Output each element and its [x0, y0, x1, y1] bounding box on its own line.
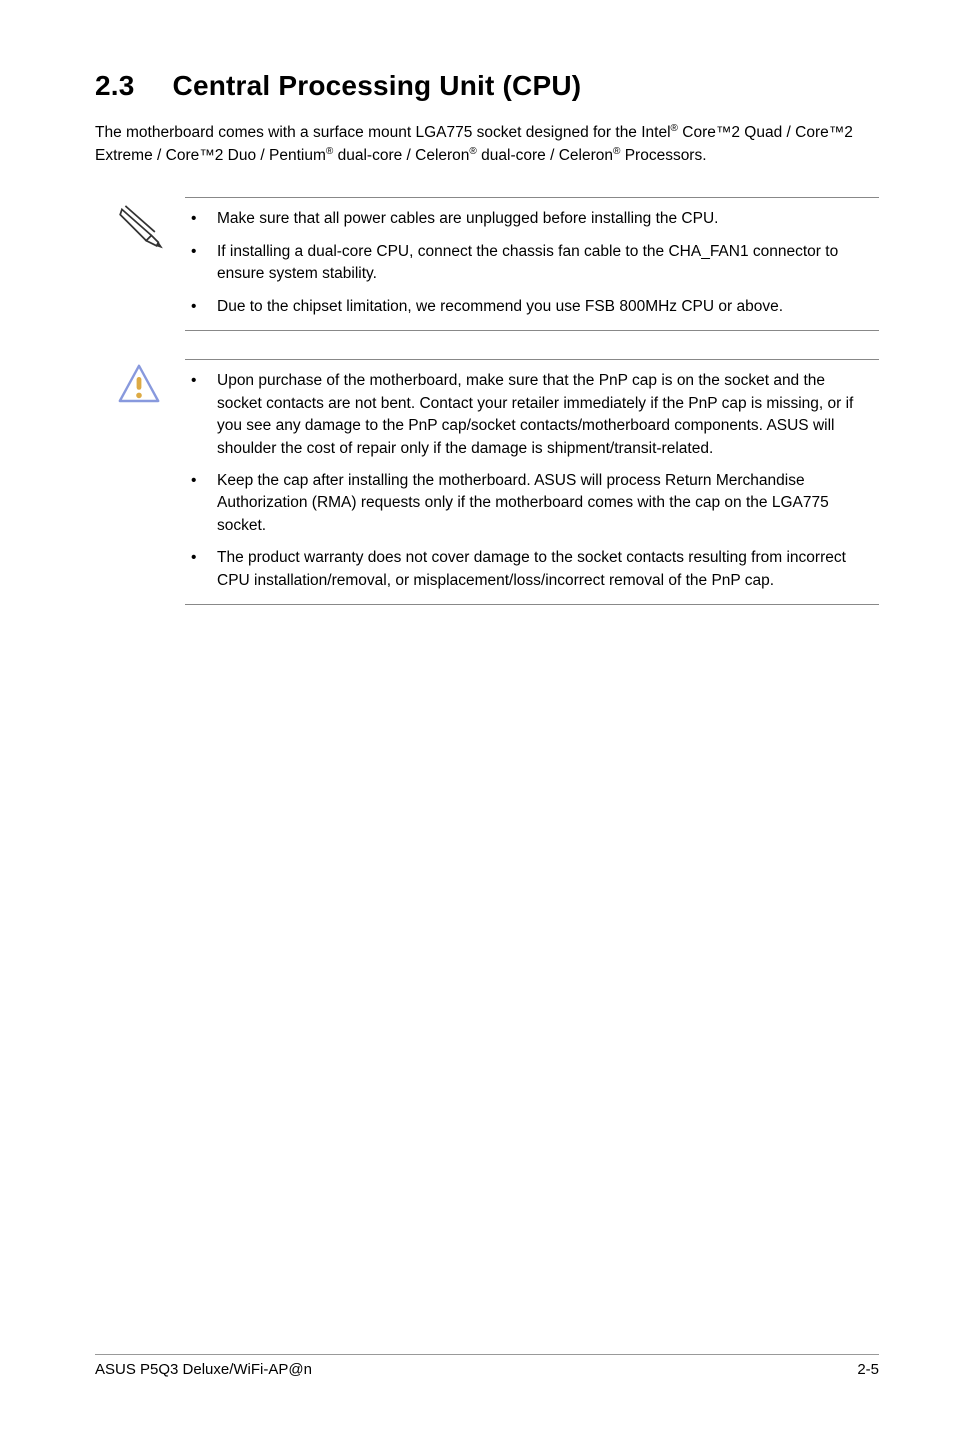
intro-paragraph: The motherboard comes with a surface mou… — [95, 122, 879, 167]
section-title: Central Processing Unit (CPU) — [173, 70, 582, 101]
bullet-text: Make sure that all power cables are unpl… — [217, 208, 879, 230]
intro-text-1: The motherboard comes with a surface mou… — [95, 124, 671, 141]
note-content-1: • Make sure that all power cables are un… — [185, 197, 879, 331]
section-heading: 2.3 Central Processing Unit (CPU) — [95, 70, 879, 102]
bullet-text: The product warranty does not cover dama… — [217, 547, 879, 592]
note-block-2: • Upon purchase of the motherboard, make… — [115, 359, 879, 605]
note-list-1: • Make sure that all power cables are un… — [185, 208, 879, 318]
bullet-icon: • — [185, 370, 217, 460]
bullet-text: Upon purchase of the motherboard, make s… — [217, 370, 879, 460]
bullet-icon: • — [185, 208, 217, 230]
footer-left: ASUS P5Q3 Deluxe/WiFi-AP@n — [95, 1361, 312, 1378]
bullet-text: If installing a dual-core CPU, connect t… — [217, 241, 879, 286]
bullet-icon: • — [185, 241, 217, 286]
list-item: • If installing a dual-core CPU, connect… — [185, 241, 879, 286]
bullet-icon: • — [185, 547, 217, 592]
note-list-2: • Upon purchase of the motherboard, make… — [185, 370, 879, 592]
caution-icon — [115, 359, 185, 605]
pencil-note-icon — [115, 197, 185, 331]
list-item: • Upon purchase of the motherboard, make… — [185, 370, 879, 460]
footer-right: 2-5 — [857, 1361, 879, 1378]
reg-mark-1: ® — [671, 123, 678, 134]
list-item: • Due to the chipset limitation, we reco… — [185, 296, 879, 318]
list-item: • Keep the cap after installing the moth… — [185, 470, 879, 537]
note-content-2: • Upon purchase of the motherboard, make… — [185, 359, 879, 605]
note-block-1: • Make sure that all power cables are un… — [115, 197, 879, 331]
page-footer: ASUS P5Q3 Deluxe/WiFi-AP@n 2-5 — [95, 1354, 879, 1378]
section-number: 2.3 — [95, 70, 135, 102]
bullet-text: Due to the chipset limitation, we recomm… — [217, 296, 879, 318]
list-item: • Make sure that all power cables are un… — [185, 208, 879, 230]
intro-text-5: Processors. — [620, 147, 706, 164]
bullet-icon: • — [185, 296, 217, 318]
list-item: • The product warranty does not cover da… — [185, 547, 879, 592]
bullet-icon: • — [185, 470, 217, 537]
reg-mark-3: ® — [469, 146, 476, 157]
intro-text-3: dual-core / Celeron — [333, 147, 469, 164]
bullet-text: Keep the cap after installing the mother… — [217, 470, 879, 537]
intro-text-4: dual-core / Celeron — [477, 147, 613, 164]
